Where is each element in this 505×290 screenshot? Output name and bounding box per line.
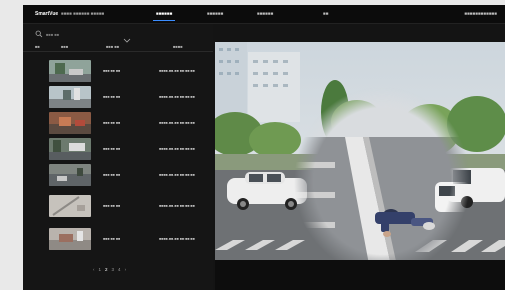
nav-item-3[interactable]: ■■■■■■	[257, 11, 273, 16]
column-header-thumbnail: ■■■	[61, 44, 69, 49]
nav-item-4[interactable]: ■■	[323, 11, 328, 16]
page-link-current[interactable]: 2	[105, 267, 108, 272]
camera-name: ■■■ ■■ ■■	[103, 121, 121, 125]
pagination: ‹ 1 2 3 4 ›	[93, 267, 126, 272]
user-account[interactable]: ■■■■■■■■■■■■	[464, 11, 497, 16]
camera-name: ■■■ ■■ ■■	[103, 69, 121, 73]
event-thumbnail[interactable]	[49, 228, 91, 250]
event-time: ■■■■-■■-■■ ■■:■■:■■	[159, 121, 195, 125]
video-viewer[interactable]	[215, 42, 505, 260]
table-row[interactable]: ■■■ ■■ ■■ ■■■■-■■-■■ ■■:■■:■■	[23, 162, 213, 188]
camera-name: ■■■ ■■ ■■	[103, 204, 121, 208]
event-time: ■■■■-■■-■■ ■■:■■:■■	[159, 204, 195, 208]
nav-item-2[interactable]: ■■■■■■	[207, 11, 223, 16]
search-icon	[35, 30, 43, 38]
event-thumbnail[interactable]	[49, 60, 91, 82]
event-time: ■■■■-■■-■■ ■■:■■:■■	[159, 95, 195, 99]
event-time: ■■■■-■■-■■ ■■:■■:■■	[159, 237, 195, 241]
table-row[interactable]: ■■■ ■■ ■■ ■■■■-■■-■■ ■■:■■:■■	[23, 84, 213, 110]
search-input[interactable]	[46, 31, 101, 37]
page-link[interactable]: 1	[99, 267, 102, 272]
camera-name: ■■■ ■■ ■■	[103, 173, 121, 177]
event-thumbnail[interactable]	[49, 138, 91, 160]
brand-subtitle: ■■■■ ■■■■■■ ■■■■■	[61, 11, 105, 16]
table-row[interactable]: ■■■ ■■ ■■ ■■■■-■■-■■ ■■:■■:■■	[23, 136, 213, 162]
brand-logo: SmartVue	[35, 11, 59, 17]
event-time: ■■■■-■■-■■ ■■:■■:■■	[159, 147, 195, 151]
table-row[interactable]: ■■■ ■■ ■■ ■■■■-■■-■■ ■■:■■:■■	[23, 226, 213, 252]
column-header-time: ■■■■	[173, 44, 183, 49]
search-bar[interactable]	[35, 29, 120, 39]
page-prev[interactable]: ‹	[93, 267, 95, 272]
event-thumbnail[interactable]	[49, 195, 91, 217]
viewer-control-bar	[215, 260, 505, 290]
table-header: ■■ ■■■ ■■■ ■■ ■■■■	[23, 42, 213, 52]
camera-name: ■■■ ■■ ■■	[103, 95, 121, 99]
page-next[interactable]: ›	[125, 267, 127, 272]
page-link[interactable]: 4	[118, 267, 121, 272]
table-row[interactable]: ■■■ ■■ ■■ ■■■■-■■-■■ ■■:■■:■■	[23, 193, 213, 219]
camera-name: ■■■ ■■ ■■	[103, 147, 121, 151]
event-thumbnail[interactable]	[49, 164, 91, 186]
table-row[interactable]: ■■■ ■■ ■■ ■■■■-■■-■■ ■■:■■:■■	[23, 58, 213, 84]
event-thumbnail[interactable]	[49, 112, 91, 134]
event-time: ■■■■-■■-■■ ■■:■■:■■	[159, 173, 195, 177]
filter-dropdown-icon[interactable]	[123, 31, 131, 43]
event-time: ■■■■-■■-■■ ■■:■■:■■	[159, 69, 195, 73]
event-thumbnail[interactable]	[49, 86, 91, 108]
camera-name: ■■■ ■■ ■■	[103, 237, 121, 241]
table-row[interactable]: ■■■ ■■ ■■ ■■■■-■■-■■ ■■:■■:■■	[23, 110, 213, 136]
page-link[interactable]: 3	[112, 267, 115, 272]
app-window: SmartVue ■■■■ ■■■■■■ ■■■■■ ■■■■■■ ■■■■■■…	[23, 5, 505, 290]
nav-item-1[interactable]: ■■■■■■	[152, 11, 176, 21]
column-header-camera: ■■■ ■■	[106, 44, 120, 49]
column-header-no: ■■	[35, 44, 40, 49]
event-list-panel: ■■ ■■■ ■■■ ■■ ■■■■ ■■■ ■■ ■■ ■■■■-■■-■■ …	[23, 24, 213, 290]
top-nav-bar: SmartVue ■■■■ ■■■■■■ ■■■■■ ■■■■■■ ■■■■■■…	[23, 5, 505, 24]
cctv-frame	[215, 42, 505, 260]
